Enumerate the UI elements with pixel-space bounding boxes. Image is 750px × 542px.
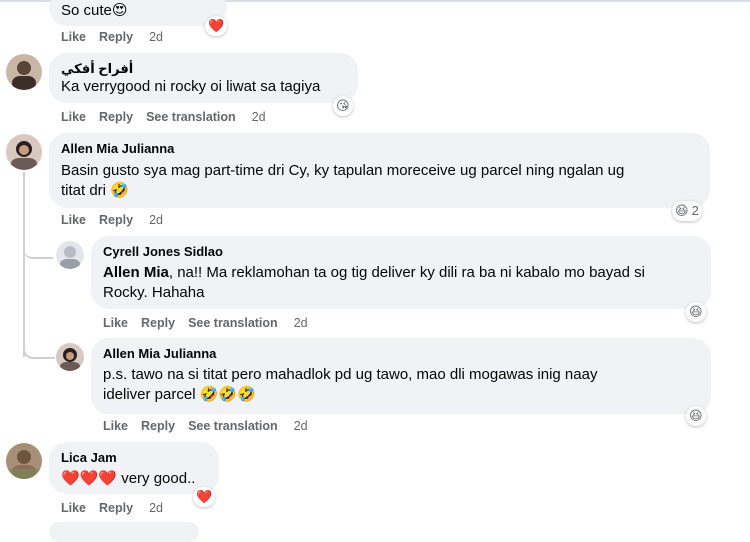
avatar[interactable] [6,54,42,90]
comment-author[interactable]: Lica Jam [61,449,207,466]
timestamp: 2d [251,110,266,124]
see-translation-button[interactable]: See translation [188,419,278,433]
comment-text-line: titat dri 🤣 [61,182,129,199]
like-button[interactable]: Like [61,501,86,515]
comment-actions: Like Reply See translation 2d [103,418,321,434]
avatar[interactable] [56,241,84,269]
reaction-badge[interactable]: ❤️ [193,487,216,507]
reply-button[interactable]: Reply [99,30,133,44]
reply-button[interactable]: Reply [141,419,175,433]
see-translation-button[interactable]: See translation [146,110,236,124]
reaction-badge[interactable]: 😆 2 [672,201,702,221]
like-button[interactable]: Like [103,316,128,330]
thread-connector [23,337,55,359]
comment-text-line: Rocky. Hahaha [103,284,205,301]
reply-button[interactable]: Reply [99,213,133,227]
comment-text: Ka verrygood ni rocky oi liwat sa tagiya [61,78,321,95]
reply-button[interactable]: Reply [99,110,133,124]
reaction-badge[interactable]: 😆 [686,302,706,322]
comment-actions: Like Reply 2d [61,29,176,45]
comment-bubble: أفراح أفكي Ka verrygood ni rocky oi liwa… [49,53,358,103]
comment-bubble [49,522,199,542]
timestamp: 2d [293,316,308,330]
comment-author[interactable]: Allen Mia Julianna [61,140,698,157]
timestamp: 2d [149,213,163,227]
comment-author[interactable]: Allen Mia Julianna [103,345,699,362]
like-button[interactable]: Like [61,30,86,44]
timestamp: 2d [149,501,163,515]
reply-button[interactable]: Reply [99,501,133,515]
haha-reaction-icon: 😆 [689,304,703,319]
comment-text: ❤️❤️❤️ very good.. [61,470,196,487]
reply-bubble: Allen Mia Julianna p.s. tawo na si titat… [91,338,711,414]
comment-actions: Like Reply 2d [61,500,176,516]
comment-bubble: Lica Jam ❤️❤️❤️ very good.. [49,442,219,494]
thread-line [23,172,25,357]
reaction-badge[interactable]: 😘 [333,96,353,116]
heart-reaction-icon: ❤️ [208,18,225,33]
like-button[interactable]: Like [61,110,86,124]
avatar[interactable] [6,134,42,170]
heart-reaction-icon: ❤️ [196,489,213,504]
comment-author[interactable]: Cyrell Jones Sidlao [103,243,699,260]
comment-bubble: So cute😍 [49,0,227,26]
comment-bubble: Allen Mia Julianna Basin gusto sya mag p… [49,133,710,208]
avatar[interactable] [56,343,84,371]
comment-text-line: p.s. tawo na si titat pero mahadlok pd u… [103,366,598,383]
haha-reaction-icon: 😆 [689,408,703,423]
timestamp: 2d [149,30,163,44]
reaction-count: 2 [691,203,699,218]
haha-reaction-icon: 😆 [675,203,689,218]
comment-text-line: ideliver parcel 🤣🤣🤣 [103,386,256,403]
comment-text: So cute😍 [61,2,128,19]
reaction-badge[interactable]: 😆 [686,406,706,426]
mention-link[interactable]: Allen Mia [103,264,169,281]
reply-bubble: Cyrell Jones Sidlao Allen Mia, na!! Ma r… [91,236,711,309]
reaction-badge[interactable]: ❤️ [205,16,228,36]
thread-connector [23,240,53,259]
avatar[interactable] [6,443,42,479]
like-button[interactable]: Like [61,213,86,227]
comment-text-line: Allen Mia, na!! Ma reklamohan ta og tig … [103,264,645,281]
see-translation-button[interactable]: See translation [188,316,278,330]
timestamp: 2d [293,419,308,433]
comment-actions: Like Reply See translation 2d [61,109,279,125]
kiss-reaction-icon: 😘 [336,98,350,113]
reply-button[interactable]: Reply [141,316,175,330]
like-button[interactable]: Like [103,419,128,433]
comment-author[interactable]: أفراح أفكي [61,60,346,77]
comment-actions: Like Reply See translation 2d [103,315,321,331]
comment-text-line: Basin gusto sya mag part-time dri Cy, ky… [61,162,625,179]
comment-actions: Like Reply 2d [61,212,176,228]
